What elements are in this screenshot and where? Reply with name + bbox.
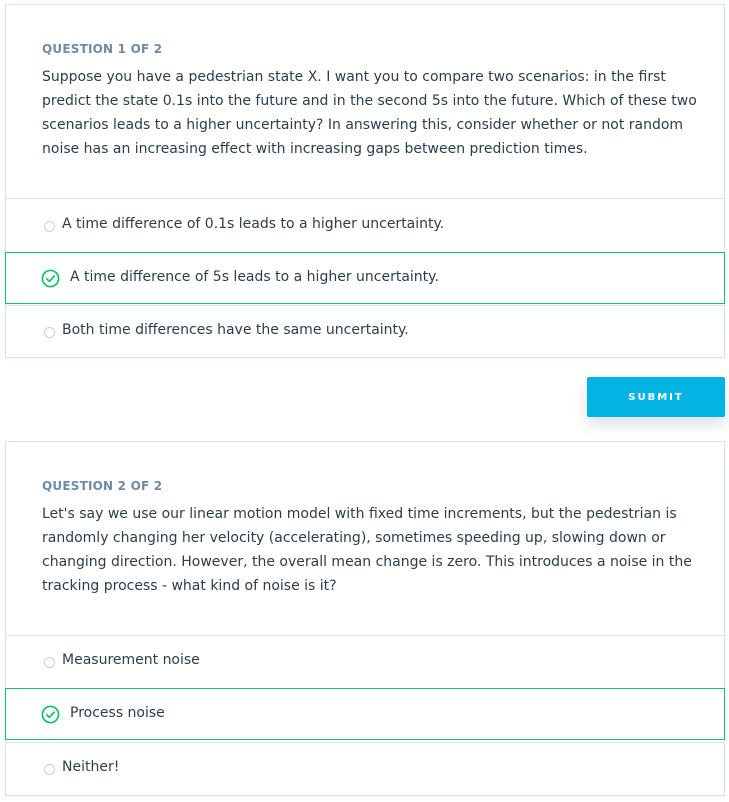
question-text: Let's say we use our linear motion model… bbox=[42, 506, 692, 594]
question-text: Suppose you have a pedestrian state X. I… bbox=[42, 69, 697, 157]
answer-option[interactable]: Measurement noise bbox=[6, 636, 724, 688]
answer-option-label: Process noise bbox=[70, 705, 165, 721]
question-header: QUESTION 1 OF 2 Suppose you have a pedes… bbox=[6, 5, 724, 199]
question-number: QUESTION 1 OF 2 bbox=[42, 42, 163, 56]
question-number: QUESTION 2 OF 2 bbox=[42, 479, 163, 493]
answer-option-label: A time difference of 0.1s leads to a hig… bbox=[62, 216, 445, 232]
submit-button[interactable]: SUBMIT bbox=[587, 377, 725, 417]
answer-option-label: A time difference of 5s leads to a highe… bbox=[70, 269, 439, 285]
check-circle-icon bbox=[41, 705, 60, 724]
radio-circle-icon[interactable] bbox=[44, 657, 55, 668]
answer-option-label: Measurement noise bbox=[62, 652, 200, 668]
answer-option-label: Both time differences have the same unce… bbox=[62, 322, 409, 338]
question-card-2: QUESTION 2 OF 2 Let's say we use our lin… bbox=[5, 441, 725, 796]
radio-circle-icon[interactable] bbox=[44, 764, 55, 775]
radio-circle-icon[interactable] bbox=[44, 327, 55, 338]
answer-option[interactable]: Neither! bbox=[6, 742, 724, 794]
answer-option-selected[interactable]: Process noise bbox=[5, 688, 725, 740]
question-header: QUESTION 2 OF 2 Let's say we use our lin… bbox=[6, 442, 724, 636]
answer-option-selected[interactable]: A time difference of 5s leads to a highe… bbox=[5, 252, 725, 304]
answer-option[interactable]: A time difference of 0.1s leads to a hig… bbox=[6, 200, 724, 252]
question-card-1: QUESTION 1 OF 2 Suppose you have a pedes… bbox=[5, 4, 725, 358]
answer-option-label: Neither! bbox=[62, 759, 120, 775]
radio-circle-icon[interactable] bbox=[44, 221, 55, 232]
answer-option[interactable]: Both time differences have the same unce… bbox=[6, 305, 724, 357]
check-circle-icon bbox=[41, 269, 60, 288]
